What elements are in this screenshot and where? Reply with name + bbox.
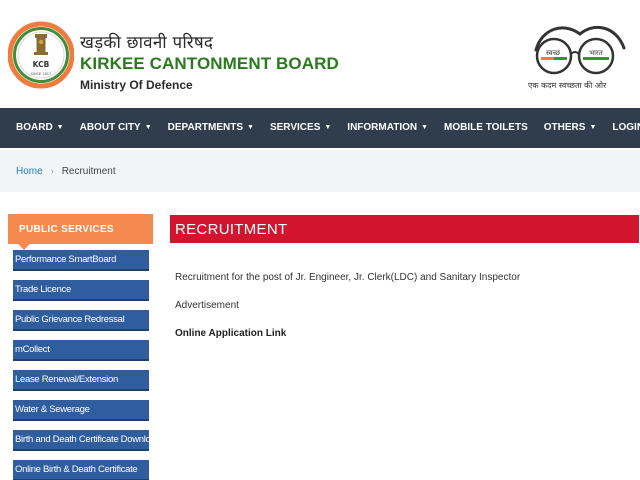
swachh-left-text: स्वच्छ	[546, 49, 561, 57]
breadcrumb: Home › Recruitment	[0, 150, 640, 192]
caret-down-icon: ▼	[589, 124, 597, 131]
caret-down-icon: ▼	[144, 124, 152, 131]
breadcrumb-separator-icon: ›	[50, 166, 54, 176]
ministry-subtitle: Ministry Of Defence	[80, 78, 193, 92]
advertisement-text[interactable]: Advertisement	[175, 300, 239, 311]
kcb-emblem-logo[interactable]: KCB SINCE 1817	[8, 7, 74, 103]
hindi-title: खड़की छावनी परिषद	[80, 33, 214, 53]
nav-others[interactable]: OTHERS ▼	[536, 108, 605, 148]
page: KCB SINCE 1817 खड़की छावनी परिषद KIRKEE …	[0, 0, 640, 480]
caret-down-icon: ▼	[324, 124, 332, 131]
nav-login[interactable]: LOGIN▼	[604, 108, 640, 148]
sidebar-item-birth-death-download[interactable]: Birth and Death Certificate Download	[13, 430, 149, 451]
page-title: RECRUITMENT	[170, 215, 639, 243]
breadcrumb-home-link[interactable]: Home	[16, 166, 43, 177]
nav-departments[interactable]: DEPARTMENTS ▼	[160, 108, 262, 148]
nav-mobile-toilets[interactable]: MOBILE TOILETS	[436, 108, 536, 148]
site-title[interactable]: KIRKEE CANTONMENT BOARD	[80, 54, 339, 74]
breadcrumb-current: Recruitment	[61, 165, 116, 177]
sidebar-item-public-grievance[interactable]: Public Grievance Redressal	[13, 310, 149, 331]
swachh-tagline: एक कदम स्वच्छता की ओर	[528, 81, 607, 90]
nav-about-city[interactable]: ABOUT CITY ▼	[72, 108, 160, 148]
online-application-link[interactable]: Online Application Link	[175, 328, 286, 339]
caret-down-icon: ▼	[247, 124, 254, 131]
logo-small-text: SINCE 1817	[31, 72, 52, 76]
site-header: KCB SINCE 1817 खड़की छावनी परिषद KIRKEE …	[0, 0, 640, 106]
sidebar-item-water-sewerage[interactable]: Water & Sewerage	[13, 400, 149, 421]
swachh-right-text: भारत	[589, 49, 604, 57]
sidebar-item-lease-renewal[interactable]: Lease Renewal/Extension	[13, 370, 149, 391]
sidebar-item-online-birth-death[interactable]: Online Birth & Death Certificate	[13, 460, 149, 480]
sidebar-item-performance-smartboard[interactable]: Performance SmartBoard	[13, 250, 149, 271]
public-services-list: Performance SmartBoard Trade Licence Pub…	[13, 250, 149, 480]
sidebar-item-mcollect[interactable]: mCollect	[13, 340, 149, 361]
nav-board[interactable]: BOARD ▼	[8, 108, 72, 148]
nav-services[interactable]: SERVICES ▼	[262, 108, 339, 148]
logo-text: KCB	[33, 60, 50, 69]
caret-down-icon: ▼	[56, 124, 64, 131]
nav-information[interactable]: INFORMATION ▼	[339, 108, 436, 148]
sidebar-item-trade-licence[interactable]: Trade Licence	[13, 280, 149, 301]
recruitment-description: Recruitment for the post of Jr. Engineer…	[175, 272, 521, 283]
main-nav: BOARD ▼ ABOUT CITY ▼ DEPARTMENTS ▼ SERVICES…	[0, 108, 640, 148]
caret-down-icon: ▼	[421, 124, 429, 131]
sidebar-heading: PUBLIC SERVICES	[8, 214, 153, 250]
